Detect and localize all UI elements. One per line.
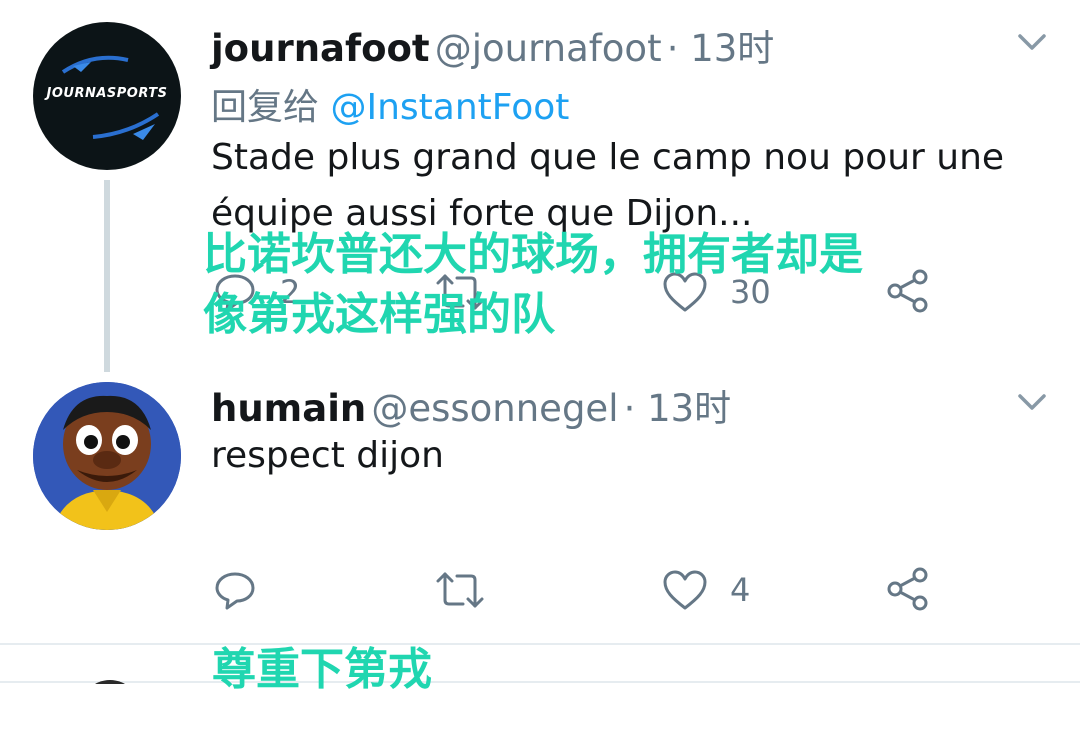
translation-caption-1-line2: 像第戎这样强的队 [203,289,555,340]
tweet2-like-count: 4 [730,571,751,609]
tweet1-author-handle[interactable]: @journafoot [435,27,662,70]
tweet1-timestamp: · 13时 [666,27,775,70]
next-tweet-avatar-peek[interactable] [80,680,140,684]
reply-to-mention[interactable]: @InstantFoot [330,87,569,128]
like-icon [663,570,707,610]
tweet1-text-line1: Stade plus grand que le camp nou pour un… [211,137,1005,178]
tweet2-retweet-button[interactable] [435,568,485,612]
tweet2-text: respect dijon [211,435,444,476]
translation-caption-1: 比诺坎普还大的球场，拥有者却是 像第戎这样强的队 [203,225,863,345]
tweet2-like-button[interactable] [662,568,708,612]
avatar-journafoot[interactable]: JOURNASPORTS [33,22,181,170]
chevron-down-icon [1018,394,1046,410]
reply-icon [215,572,255,610]
share-icon [887,567,928,611]
share-icon [887,269,928,313]
tweet1-share-button[interactable] [886,268,930,314]
translation-caption-2: 尊重下第戎 [212,644,432,695]
avatar-logo-text: JOURNASPORTS [46,86,168,101]
chevron-down-icon [1018,34,1046,50]
tweet1-author-name[interactable]: journafoot [211,27,430,70]
tweet2-timestamp: · 13时 [623,387,732,430]
tweet2-share-button[interactable] [886,566,930,612]
tweet1-reply-context: 回复给 @InstantFoot [211,78,569,130]
tweet-divider [0,643,1080,645]
tweet2-menu-chevron[interactable] [1016,390,1048,414]
puppet-avatar-image [33,382,181,530]
tweet-divider [0,681,1080,683]
translation-caption-1-line1: 比诺坎普还大的球场，拥有者却是 [203,229,863,280]
tweet2-author-name[interactable]: humain [211,387,366,430]
tweet1-header: journafoot @journafoot · 13时 [211,18,774,72]
retweet-icon [436,572,484,608]
tweet1-menu-chevron[interactable] [1016,30,1048,54]
tweet2-reply-button[interactable] [213,568,257,612]
avatar-humain[interactable] [33,382,181,530]
tweet2-author-handle[interactable]: @essonnegel [371,387,618,430]
thread-line [104,180,110,372]
reply-to-label: 回复给 [211,87,320,128]
tweet2-header: humain @essonnegel · 13时 [211,378,731,432]
